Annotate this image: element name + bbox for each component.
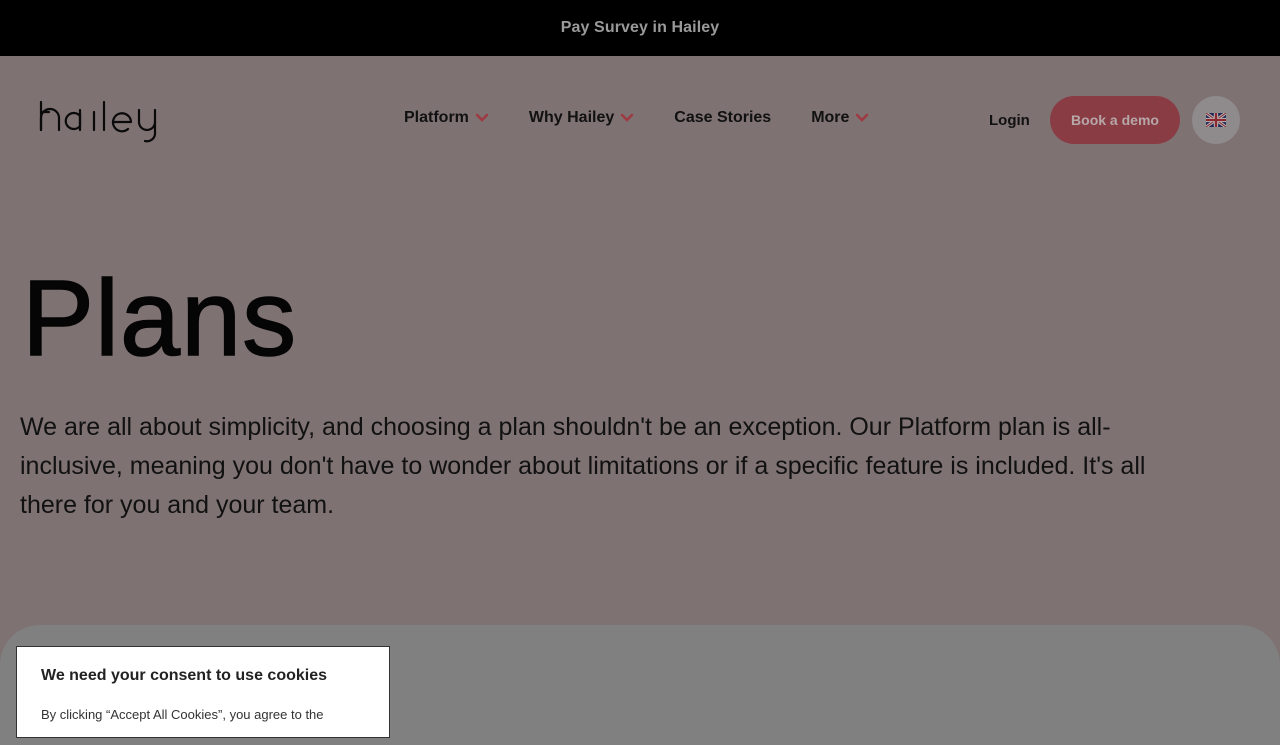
nav-platform-label[interactable]: Platform [404, 109, 469, 127]
nav-case-stories-label[interactable]: Case Stories [674, 109, 771, 127]
nav-why-hailey[interactable]: Why Hailey [529, 109, 634, 127]
chevron-down-icon[interactable] [475, 113, 489, 123]
login-link[interactable]: Login [989, 112, 1030, 129]
nav-platform[interactable]: Platform [404, 109, 489, 127]
main-nav: Platform Why Hailey Case Stories More [404, 109, 909, 127]
page-description: We are all about simplicity, and choosin… [20, 413, 1146, 519]
chevron-down-icon[interactable] [855, 113, 869, 123]
nav-more[interactable]: More [811, 109, 869, 127]
announcement-text[interactable]: Pay Survey in Hailey [561, 19, 720, 37]
cookie-title: We need your consent to use cookies [41, 667, 327, 684]
chevron-down-icon[interactable] [620, 113, 634, 123]
book-demo-button[interactable]: Book a demo [1050, 96, 1180, 144]
nav-why-hailey-label[interactable]: Why Hailey [529, 109, 614, 127]
nav-more-label[interactable]: More [811, 109, 849, 127]
site-header: Platform Why Hailey Case Stories More Lo… [0, 56, 1280, 184]
page-title: Plans [21, 257, 298, 379]
announcement-bar[interactable]: Pay Survey in Hailey [0, 0, 1280, 56]
hailey-logo[interactable] [38, 100, 170, 149]
language-selector-button[interactable] [1192, 96, 1240, 144]
uk-flag-icon [1206, 113, 1226, 127]
nav-case-stories[interactable]: Case Stories [674, 109, 771, 127]
cookie-consent-banner: We need your consent to use cookies By c… [16, 646, 390, 738]
hailey-logo-icon [39, 100, 157, 143]
